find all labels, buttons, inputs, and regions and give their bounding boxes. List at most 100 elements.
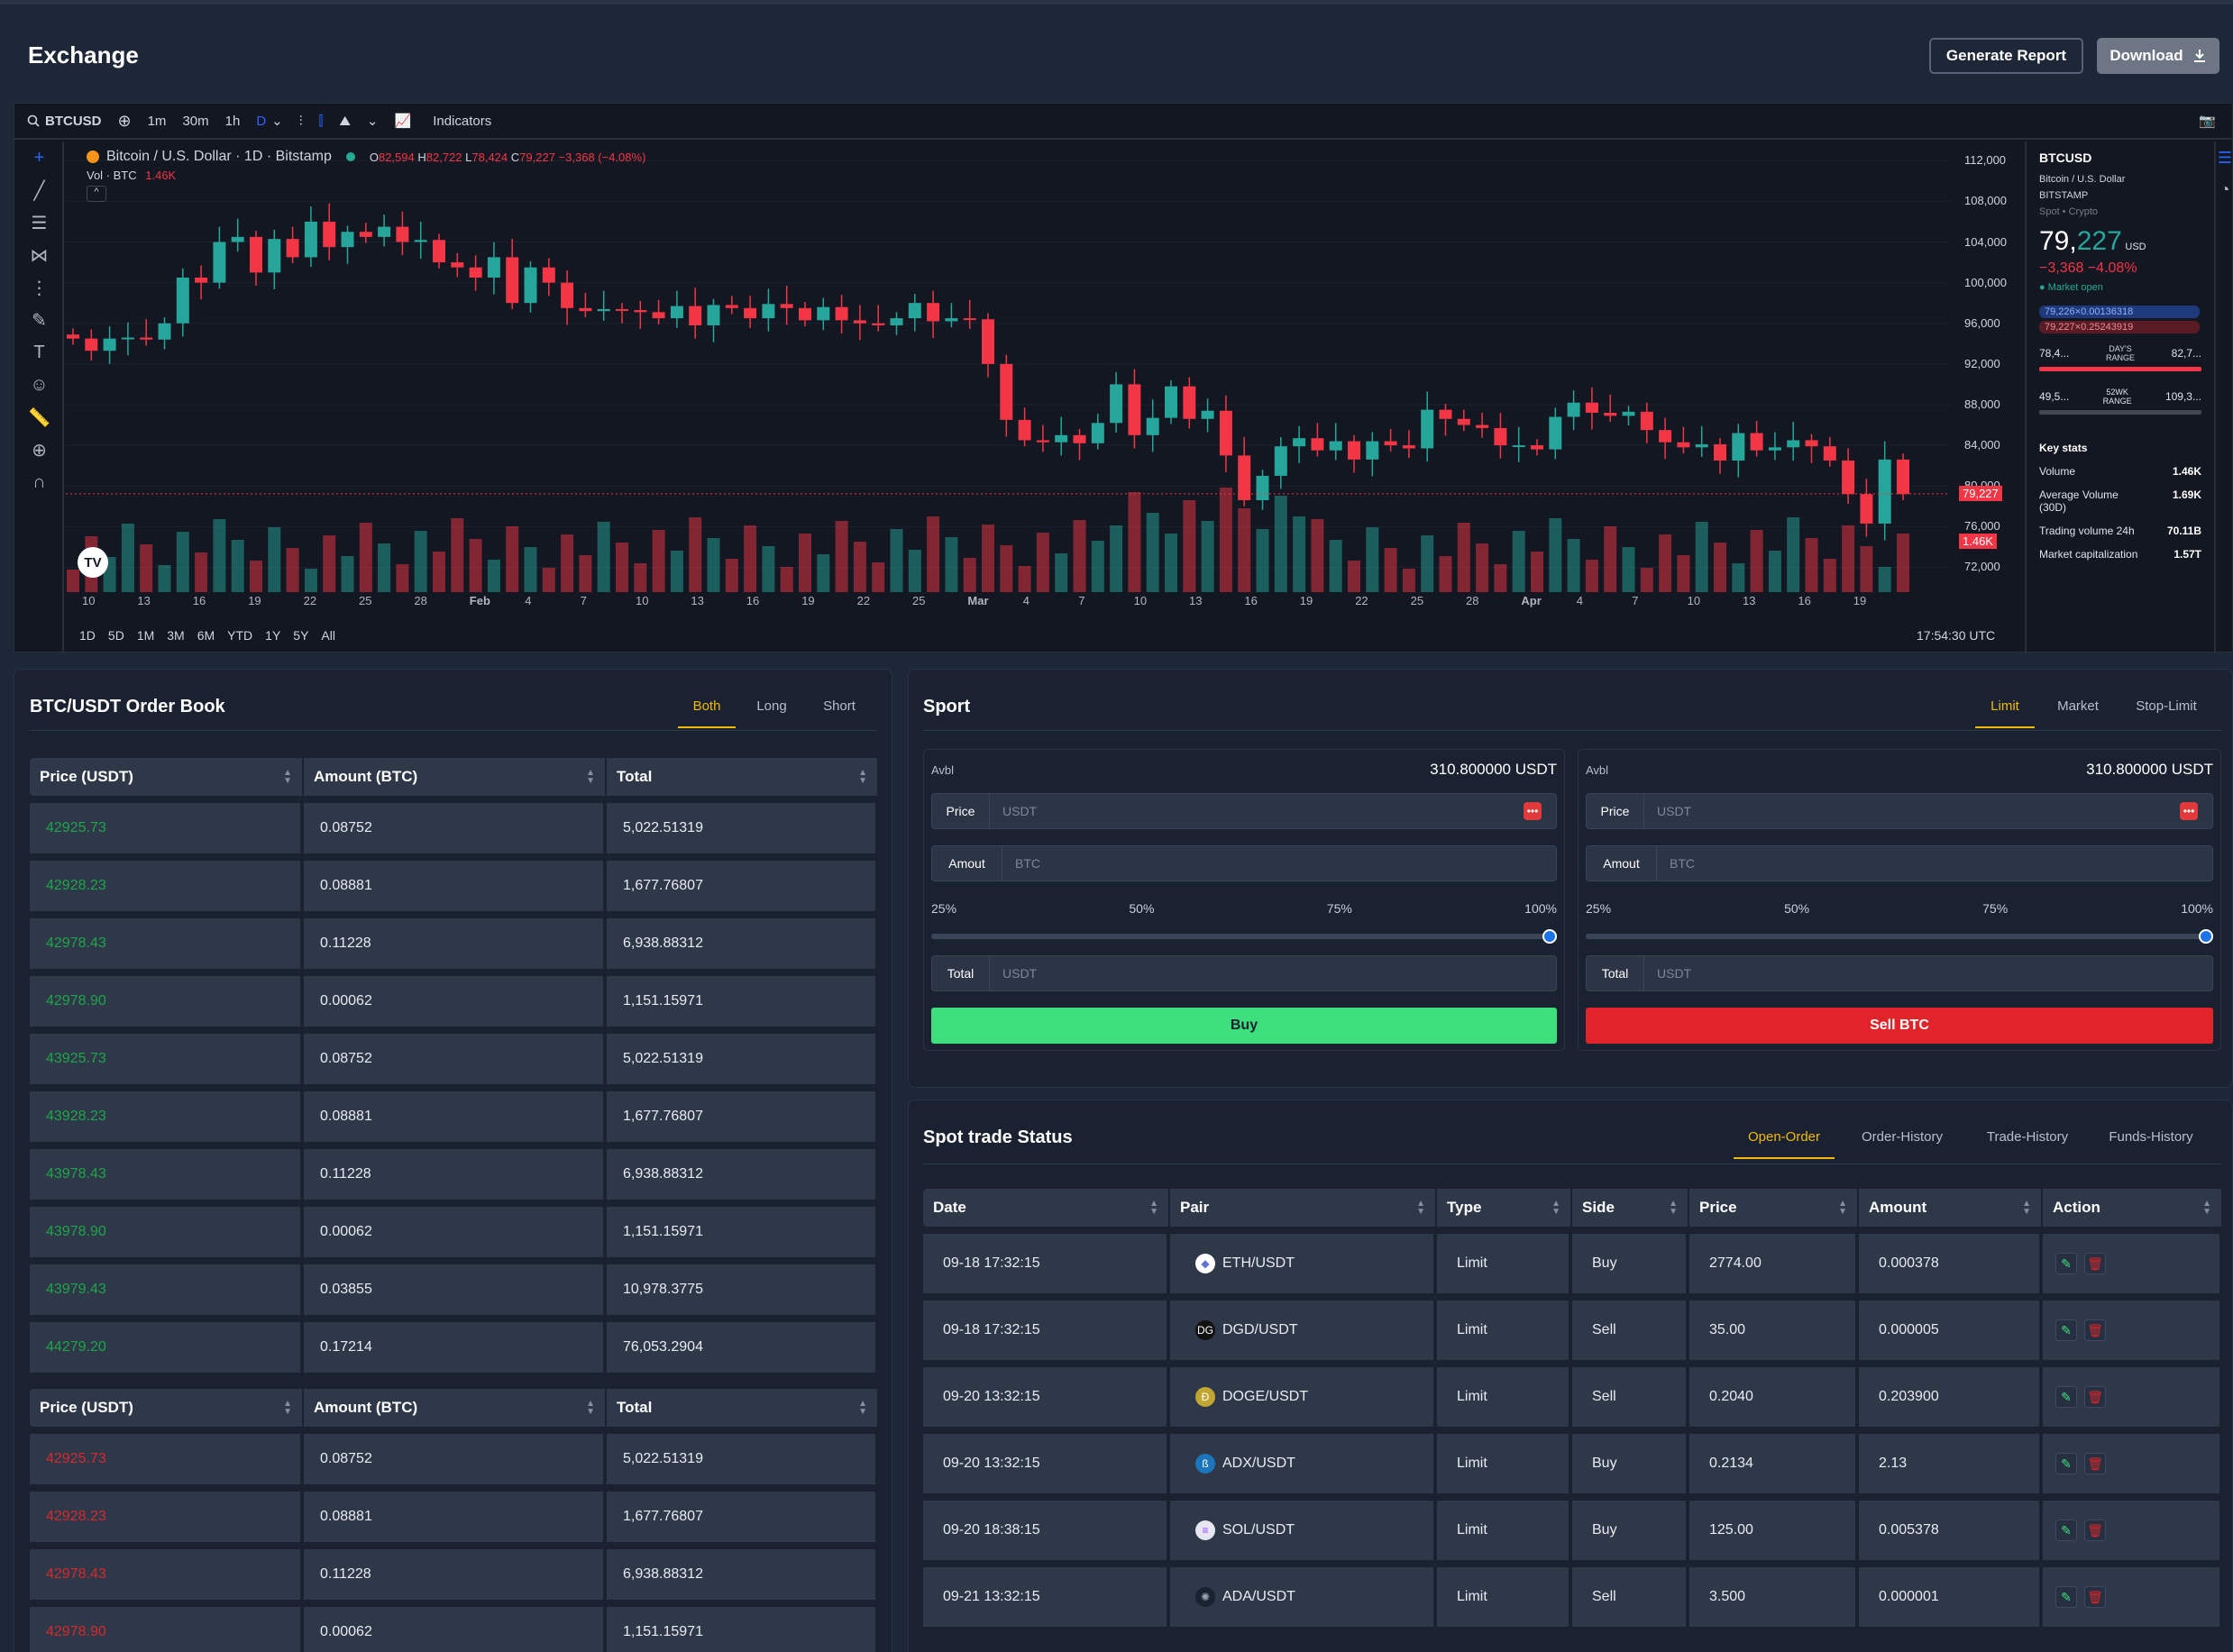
order-book-row[interactable]: 42928.23 0.08881 1,677.76807	[30, 861, 879, 911]
sort-icon[interactable]: ▲ ▼	[2202, 1200, 2211, 1217]
edit-icon[interactable]: ✎	[2055, 1520, 2077, 1541]
chevron-down-icon[interactable]: ⌄	[367, 113, 379, 129]
column-header[interactable]: Amount (BTC) ▲ ▼	[304, 1389, 607, 1427]
trade-row[interactable]: 09-20 13:32:15 Ð DOGE/USDT Limit Sell 0.2040 0…	[923, 1367, 2223, 1427]
magnet-icon[interactable]: ∩	[14, 466, 64, 498]
ruler-icon[interactable]: 📏	[14, 401, 64, 434]
tab-trade-history[interactable]: Trade-History	[1970, 1129, 2085, 1159]
sell-button[interactable]: Sell BTC	[1586, 1008, 2213, 1044]
buy-amount-field[interactable]: Amout BTC	[931, 845, 1557, 881]
column-header[interactable]: Type ▲ ▼	[1437, 1189, 1572, 1227]
column-header[interactable]: Pair ▲ ▼	[1170, 1189, 1437, 1227]
edit-icon[interactable]: ✎	[2055, 1253, 2077, 1274]
column-header[interactable]: Price (USDT) ▲ ▼	[30, 758, 304, 796]
order-book-row[interactable]: 42978.90 0.00062 1,151.15971	[30, 976, 879, 1027]
column-header[interactable]: Amount ▲ ▼	[1859, 1189, 2043, 1227]
sort-icon[interactable]: ▲ ▼	[1551, 1200, 1560, 1217]
range-5y[interactable]: 5Y	[293, 628, 308, 643]
compare-add-icon[interactable]: ⊕	[118, 112, 132, 131]
sell-total-input[interactable]: USDT	[1644, 966, 2212, 981]
buy-price-input[interactable]: USDT	[990, 804, 1524, 818]
tab-order-history[interactable]: Order-History	[1835, 1129, 1970, 1159]
order-book-row[interactable]: 42978.43 0.11228 6,938.88312	[30, 1549, 879, 1600]
interval-1h[interactable]: 1h	[225, 114, 241, 129]
sort-icon[interactable]: ▲ ▼	[1149, 1200, 1158, 1217]
range-1m[interactable]: 1M	[137, 628, 154, 643]
order-book-row[interactable]: 42928.23 0.08881 1,677.76807	[30, 1492, 879, 1542]
order-book-row[interactable]: 42978.90 0.00062 1,151.15971	[30, 1607, 879, 1652]
order-book-row[interactable]: 43978.90 0.00062 1,151.15971	[30, 1207, 879, 1257]
column-header[interactable]: Amount (BTC) ▲ ▼	[304, 758, 607, 796]
tab-long[interactable]: Long	[736, 698, 808, 728]
chevron-down-icon[interactable]: ⌄	[271, 113, 283, 129]
more-icon[interactable]: •••	[1524, 802, 1542, 820]
buy-button[interactable]: Buy	[931, 1008, 1557, 1044]
text-icon[interactable]: T	[14, 336, 64, 369]
bar-style-icon[interactable]: ⫶	[299, 114, 303, 129]
range-1d[interactable]: 1D	[79, 628, 96, 643]
zoom-in-icon[interactable]: ⊕	[14, 434, 64, 466]
projection-icon[interactable]: ⋮	[14, 271, 64, 304]
sort-icon[interactable]: ▲ ▼	[858, 1400, 867, 1417]
indicators-button[interactable]: 📈 Indicators	[395, 113, 508, 130]
sort-icon[interactable]: ▲ ▼	[1416, 1200, 1425, 1217]
pct-25[interactable]: 25%	[931, 901, 956, 916]
column-header[interactable]: Side ▲ ▼	[1572, 1189, 1689, 1227]
trash-icon[interactable]: 🗑	[2084, 1586, 2106, 1608]
range-ytd[interactable]: YTD	[227, 628, 252, 643]
sort-icon[interactable]: ▲ ▼	[283, 1400, 292, 1417]
pct-75[interactable]: 75%	[1982, 901, 2008, 916]
emoji-icon[interactable]: ☺	[14, 369, 64, 401]
range-6m[interactable]: 6M	[197, 628, 215, 643]
download-button[interactable]: Download	[2097, 38, 2219, 74]
candlestick-plot[interactable]	[66, 141, 1950, 592]
slider-handle[interactable]	[2199, 929, 2213, 944]
sort-icon[interactable]: ▲ ▼	[858, 769, 867, 786]
range-5d[interactable]: 5D	[108, 628, 124, 643]
candle-style-icon[interactable]: ⫿	[319, 114, 324, 129]
trash-icon[interactable]: 🗑	[2084, 1319, 2106, 1341]
brush-icon[interactable]: ✎	[14, 304, 64, 336]
crosshair-icon[interactable]: +	[14, 141, 64, 174]
pct-100[interactable]: 100%	[1524, 901, 1557, 916]
sort-icon[interactable]: ▲ ▼	[586, 769, 595, 786]
watchlist-icon[interactable]: ☰	[2216, 149, 2233, 168]
tab-both[interactable]: Both	[678, 698, 736, 728]
trash-icon[interactable]: 🗑	[2084, 1520, 2106, 1541]
trade-row[interactable]: 09-18 17:32:15 ◆ ETH/USDT Limit Buy 2774.00 0.…	[923, 1234, 2223, 1293]
sell-total-field[interactable]: Total USDT	[1586, 955, 2213, 991]
pct-100[interactable]: 100%	[2181, 901, 2213, 916]
pct-25[interactable]: 25%	[1586, 901, 1611, 916]
trash-icon[interactable]: 🗑	[2084, 1253, 2106, 1274]
price-axis[interactable]: 112,000 108,000 104,000 100,000 96,000 92,000…	[1957, 141, 2020, 653]
edit-icon[interactable]: ✎	[2055, 1319, 2077, 1341]
trade-row[interactable]: 09-20 18:38:15 ≡ SOL/USDT Limit Buy 125.00 0.0…	[923, 1501, 2223, 1560]
sort-icon[interactable]: ▲ ▼	[283, 769, 292, 786]
sell-amount-field[interactable]: Amout BTC	[1586, 845, 2213, 881]
sort-icon[interactable]: ▲ ▼	[2022, 1200, 2031, 1217]
order-book-row[interactable]: 44279.20 0.17214 76,053.2904	[30, 1322, 879, 1373]
camera-icon[interactable]: 📷	[2199, 113, 2216, 129]
buy-total-input[interactable]: USDT	[990, 966, 1556, 981]
trade-row[interactable]: 09-21 13:32:15 ✺ ADA/USDT Limit Sell 3.500 0.0…	[923, 1567, 2223, 1627]
buy-price-field[interactable]: Price USDT •••	[931, 793, 1557, 829]
tab-short[interactable]: Short	[808, 698, 871, 728]
tab-open-order[interactable]: Open-Order	[1734, 1129, 1835, 1159]
sell-price-field[interactable]: Price USDT •••	[1586, 793, 2213, 829]
sell-price-input[interactable]: USDT	[1644, 804, 2180, 818]
pct-75[interactable]: 75%	[1327, 901, 1352, 916]
sort-icon[interactable]: ▲ ▼	[586, 1400, 595, 1417]
sell-amount-input[interactable]: BTC	[1657, 856, 2212, 871]
trend-line-icon[interactable]: ╱	[14, 174, 64, 206]
trash-icon[interactable]: 🗑	[2084, 1453, 2106, 1474]
tab-limit[interactable]: Limit	[1975, 698, 2035, 728]
edit-icon[interactable]: ✎	[2055, 1386, 2077, 1408]
column-header[interactable]: Date ▲ ▼	[923, 1189, 1170, 1227]
interval-30m[interactable]: 30m	[182, 114, 208, 129]
tab-funds-history[interactable]: Funds-History	[2085, 1129, 2217, 1159]
column-header[interactable]: Total ▲ ▼	[607, 1389, 879, 1427]
order-book-row[interactable]: 42925.73 0.08752 5,022.51319	[30, 1434, 879, 1484]
trade-row[interactable]: 09-18 17:32:15 DG DGD/USDT Limit Sell 35.00 0.…	[923, 1301, 2223, 1360]
column-header[interactable]: Total ▲ ▼	[607, 758, 879, 796]
range-1y[interactable]: 1Y	[265, 628, 280, 643]
